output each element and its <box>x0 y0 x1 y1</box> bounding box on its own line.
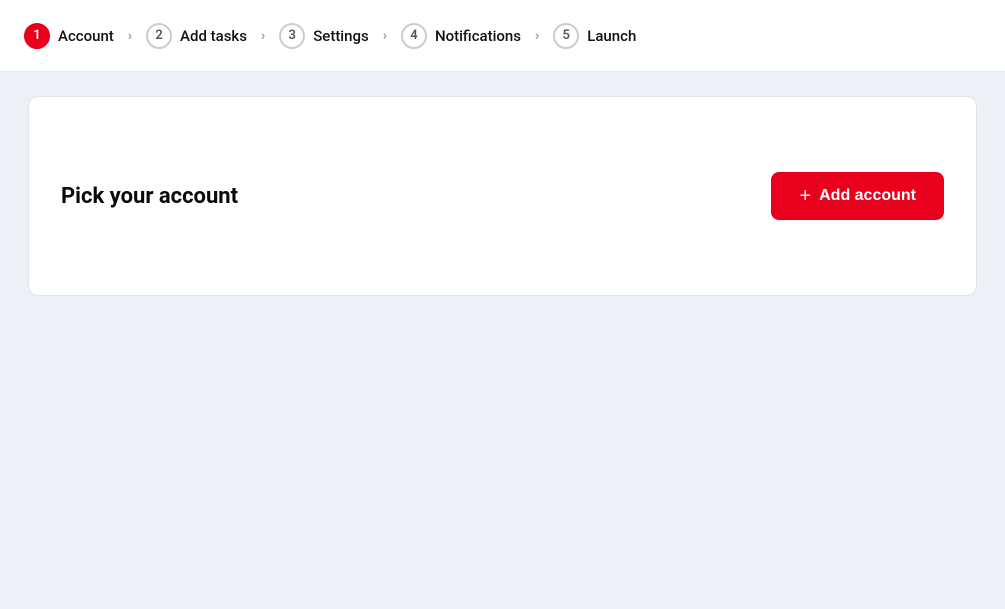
step-label-launch: Launch <box>587 27 636 45</box>
stepper-item-notifications[interactable]: 4 Notifications <box>401 23 521 49</box>
stepper-item-settings[interactable]: 3 Settings <box>279 23 369 49</box>
chevron-icon-1: › <box>128 28 132 44</box>
stepper-item-launch[interactable]: 5 Launch <box>553 23 636 49</box>
stepper-item-account[interactable]: 1 Account <box>24 23 114 49</box>
stepper-item-add-tasks[interactable]: 2 Add tasks <box>146 23 247 49</box>
step-number-2: 2 <box>146 23 172 49</box>
step-label-account: Account <box>58 27 114 45</box>
add-account-button[interactable]: + Add account <box>771 172 944 220</box>
add-account-label: Add account <box>819 187 916 205</box>
step-number-4: 4 <box>401 23 427 49</box>
step-number-1: 1 <box>24 23 50 49</box>
step-number-5: 5 <box>553 23 579 49</box>
plus-icon: + <box>799 186 811 206</box>
main-content: Pick your account + Add account <box>0 72 1005 320</box>
step-label-notifications: Notifications <box>435 27 521 45</box>
chevron-icon-4: › <box>535 28 539 44</box>
step-number-3: 3 <box>279 23 305 49</box>
stepper-nav: 1 Account › 2 Add tasks › 3 Settings › 4… <box>0 0 1005 72</box>
step-label-settings: Settings <box>313 27 369 45</box>
chevron-icon-2: › <box>261 28 265 44</box>
chevron-icon-3: › <box>383 28 387 44</box>
step-label-add-tasks: Add tasks <box>180 27 247 45</box>
card-title: Pick your account <box>61 184 238 209</box>
account-card: Pick your account + Add account <box>28 96 977 296</box>
